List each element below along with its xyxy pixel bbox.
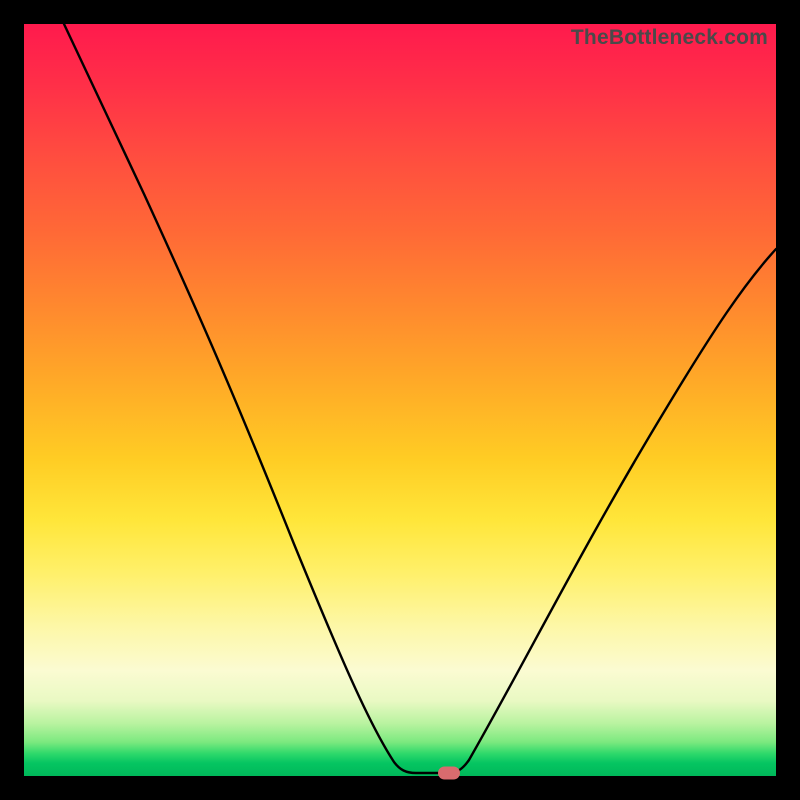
- plot-area: TheBottleneck.com: [24, 24, 776, 776]
- chart-frame: TheBottleneck.com: [0, 0, 800, 800]
- curve-path: [64, 24, 776, 773]
- bottleneck-curve: [24, 24, 776, 776]
- optimal-marker: [438, 767, 460, 780]
